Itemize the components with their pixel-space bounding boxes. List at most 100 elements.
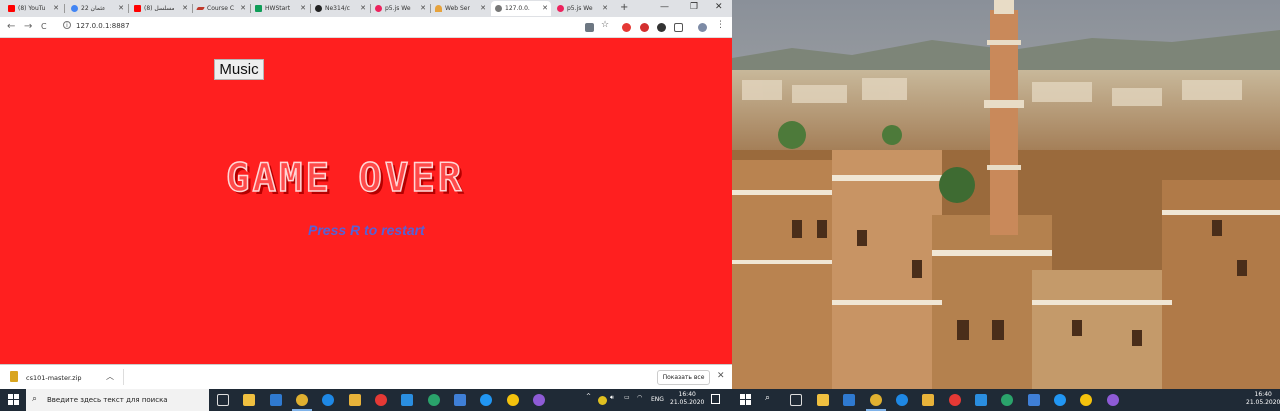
- tray-app-icon[interactable]: [598, 396, 607, 405]
- store-icon[interactable]: [817, 394, 829, 406]
- zip-file-icon: [10, 371, 18, 382]
- vscode-icon[interactable]: [401, 394, 413, 406]
- wifi-icon[interactable]: ◠: [637, 394, 642, 401]
- sheets-icon: [255, 5, 262, 12]
- tab-google[interactable]: 22 عثمان ✕: [67, 1, 127, 16]
- p5js-icon: [557, 5, 564, 12]
- store-icon[interactable]: [243, 394, 255, 406]
- info-icon[interactable]: i: [63, 21, 71, 29]
- close-icon[interactable]: ✕: [182, 4, 188, 12]
- qgis-icon[interactable]: [428, 394, 440, 406]
- telegram-icon[interactable]: [480, 394, 492, 406]
- github-icon: [315, 5, 322, 12]
- game-canvas[interactable]: Music GAME OVER Press R to restart: [0, 38, 732, 364]
- youtube-icon: [134, 5, 141, 12]
- tray-chevron-icon[interactable]: ^: [586, 393, 591, 400]
- avatar[interactable]: [698, 23, 707, 32]
- translate-icon[interactable]: [585, 23, 594, 32]
- address-bar[interactable]: 127.0.0.1:8887: [76, 22, 130, 30]
- tab-hwstart[interactable]: HWStart ✕: [251, 1, 309, 16]
- edge-icon[interactable]: [896, 394, 908, 406]
- file-explorer-icon[interactable]: [922, 394, 934, 406]
- tab-strip: (8) YouTu ✕ 22 عثمان ✕ (8) مسلسل ✕ Cours…: [0, 0, 732, 17]
- youtube-icon: [8, 5, 15, 12]
- taskbar-clock[interactable]: 16:40 21.05.2020: [670, 391, 704, 407]
- taskbar-search[interactable]: ⌕ Введите здесь текст для поиска: [26, 389, 209, 411]
- download-item[interactable]: cs101-master.zip: [26, 374, 81, 382]
- emoji-app-icon[interactable]: [507, 394, 519, 406]
- notification-icon[interactable]: [711, 394, 720, 404]
- windows-start-icon[interactable]: [8, 394, 20, 406]
- menu-icon[interactable]: ⋮: [716, 20, 725, 30]
- opera-extension-icon[interactable]: [622, 23, 631, 32]
- emoji-app-icon[interactable]: [1080, 394, 1092, 406]
- close-window-button[interactable]: ✕: [715, 2, 723, 12]
- battery-icon[interactable]: ▭: [624, 394, 630, 401]
- file-explorer-icon[interactable]: [349, 394, 361, 406]
- tab-p5js-2[interactable]: p5.js We ✕: [553, 1, 611, 16]
- taskbar-secondary: ⌕ 16:40 21.05.2020: [732, 389, 1280, 411]
- tab-course[interactable]: Course C ✕: [193, 1, 249, 16]
- close-icon[interactable]: ✕: [300, 4, 306, 12]
- music-button[interactable]: Music: [214, 59, 264, 80]
- close-icon[interactable]: ✕: [360, 4, 366, 12]
- calculator-icon[interactable]: [1028, 394, 1040, 406]
- qgis-icon[interactable]: [1001, 394, 1013, 406]
- chevron-up-icon[interactable]: ︿: [106, 371, 114, 382]
- chrome-icon[interactable]: [870, 394, 882, 406]
- taskbar-clock[interactable]: 16:40 21.05.2020: [1246, 391, 1280, 407]
- game-over-title: GAME OVER: [225, 155, 465, 202]
- search-icon[interactable]: ⌕: [765, 393, 770, 403]
- close-icon[interactable]: ✕: [53, 4, 59, 12]
- close-icon[interactable]: ✕: [602, 4, 608, 12]
- extension-icon[interactable]: [657, 23, 666, 32]
- google-icon: [71, 5, 78, 12]
- mail-icon[interactable]: [270, 394, 282, 406]
- search-icon: ⌕: [32, 394, 38, 404]
- globe-icon: [495, 5, 502, 12]
- windows-start-icon[interactable]: [740, 394, 752, 406]
- close-icon[interactable]: ✕: [480, 4, 486, 12]
- tab-youtube-2[interactable]: (8) مسلسل ✕: [130, 1, 191, 16]
- back-button[interactable]: ←: [7, 21, 15, 32]
- yandex-icon[interactable]: [375, 394, 387, 406]
- tab-p5js-1[interactable]: p5.js We ✕: [371, 1, 429, 16]
- close-icon[interactable]: ✕: [240, 4, 246, 12]
- chrome-icon[interactable]: [296, 394, 308, 406]
- mail-icon[interactable]: [843, 394, 855, 406]
- close-icon[interactable]: ✕: [118, 4, 124, 12]
- restart-hint: Press R to restart: [308, 222, 425, 238]
- edge-icon[interactable]: [322, 394, 334, 406]
- media-app-icon[interactable]: [533, 394, 545, 406]
- adblock-icon[interactable]: [640, 23, 649, 32]
- volume-icon[interactable]: 🔊︎: [610, 394, 614, 402]
- language-indicator[interactable]: ENG: [651, 396, 664, 403]
- desktop-wallpaper: [732, 0, 1280, 389]
- close-icon[interactable]: ✕: [420, 4, 426, 12]
- task-view-icon[interactable]: [217, 394, 229, 406]
- media-app-icon[interactable]: [1107, 394, 1119, 406]
- forward-button[interactable]: →: [24, 21, 32, 32]
- minimize-button[interactable]: —: [660, 2, 669, 12]
- task-view-icon[interactable]: [790, 394, 802, 406]
- new-tab-button[interactable]: +: [620, 2, 628, 13]
- browser-toolbar: ← → C i 127.0.0.1:8887 ☆ ⋮: [0, 17, 732, 38]
- yandex-icon[interactable]: [949, 394, 961, 406]
- browser-window: (8) YouTu ✕ 22 عثمان ✕ (8) مسلسل ✕ Cours…: [0, 0, 732, 389]
- download-bar: cs101-master.zip ︿ Показать все ✕: [0, 364, 732, 389]
- p5js-icon: [375, 5, 382, 12]
- maximize-button[interactable]: ❐: [690, 2, 698, 12]
- reload-button[interactable]: C: [41, 22, 47, 31]
- tab-github[interactable]: Ne314/c ✕: [311, 1, 369, 16]
- tab-youtube-1[interactable]: (8) YouTu ✕: [4, 1, 62, 16]
- close-download-bar-button[interactable]: ✕: [717, 371, 725, 381]
- close-icon[interactable]: ✕: [542, 4, 548, 12]
- calculator-icon[interactable]: [454, 394, 466, 406]
- vscode-icon[interactable]: [975, 394, 987, 406]
- tab-web-server[interactable]: Web Ser ✕: [431, 1, 489, 16]
- telegram-icon[interactable]: [1054, 394, 1066, 406]
- star-icon[interactable]: ☆: [601, 20, 609, 30]
- tab-localhost[interactable]: 127.0.0. ✕: [491, 1, 551, 16]
- show-all-button[interactable]: Показать все: [657, 370, 710, 385]
- shield-icon[interactable]: [674, 23, 683, 32]
